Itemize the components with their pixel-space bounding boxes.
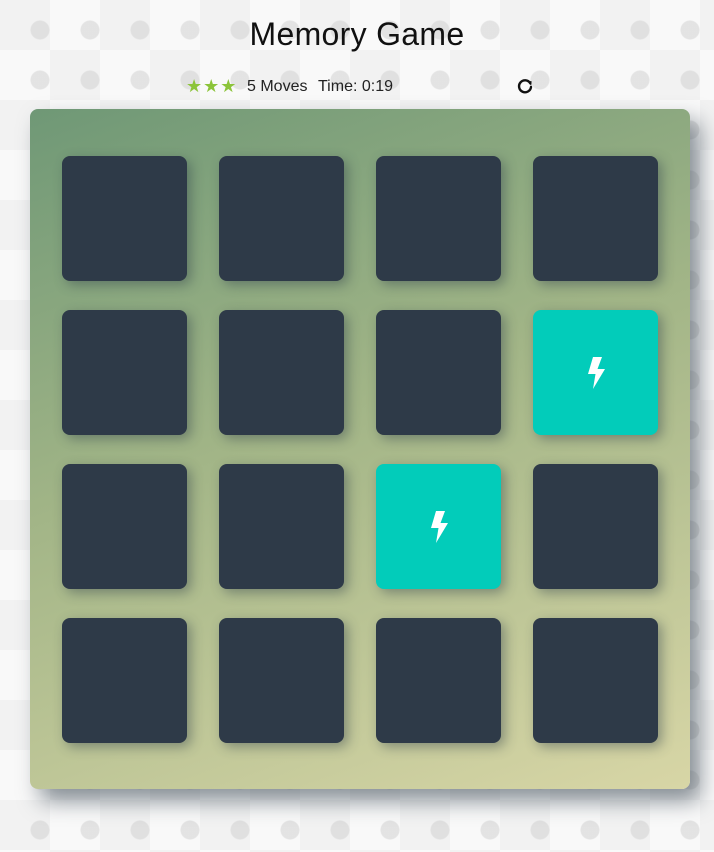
- restart-button[interactable]: [516, 78, 534, 96]
- card-closed[interactable]: [219, 618, 344, 743]
- card-closed[interactable]: [533, 464, 658, 589]
- card-open[interactable]: [376, 464, 501, 589]
- bolt-icon: [430, 510, 448, 543]
- score-panel: ★ ★ ★ 5 Moves Time: 0:19: [186, 76, 536, 98]
- card-closed[interactable]: [62, 156, 187, 281]
- card-closed[interactable]: [62, 464, 187, 589]
- card-closed[interactable]: [219, 310, 344, 435]
- card-deck: [30, 109, 690, 789]
- page-title: Memory Game: [249, 16, 465, 52]
- card-closed[interactable]: [219, 464, 344, 589]
- star-icon: ★: [186, 76, 203, 96]
- card-closed[interactable]: [533, 618, 658, 743]
- card-closed[interactable]: [376, 310, 501, 435]
- restart-icon: [517, 79, 533, 94]
- card-open[interactable]: [533, 310, 658, 435]
- star-icon: ★: [203, 76, 220, 96]
- card-closed[interactable]: [376, 156, 501, 281]
- card-closed[interactable]: [62, 618, 187, 743]
- card-closed[interactable]: [62, 310, 187, 435]
- star-rating: ★ ★ ★: [186, 76, 236, 96]
- card-closed[interactable]: [376, 618, 501, 743]
- timer: Time: 0:19: [318, 78, 393, 95]
- bolt-icon: [587, 356, 605, 389]
- card-closed[interactable]: [533, 156, 658, 281]
- moves-counter: 5 Moves: [247, 78, 308, 95]
- card-closed[interactable]: [219, 156, 344, 281]
- star-icon: ★: [220, 76, 237, 96]
